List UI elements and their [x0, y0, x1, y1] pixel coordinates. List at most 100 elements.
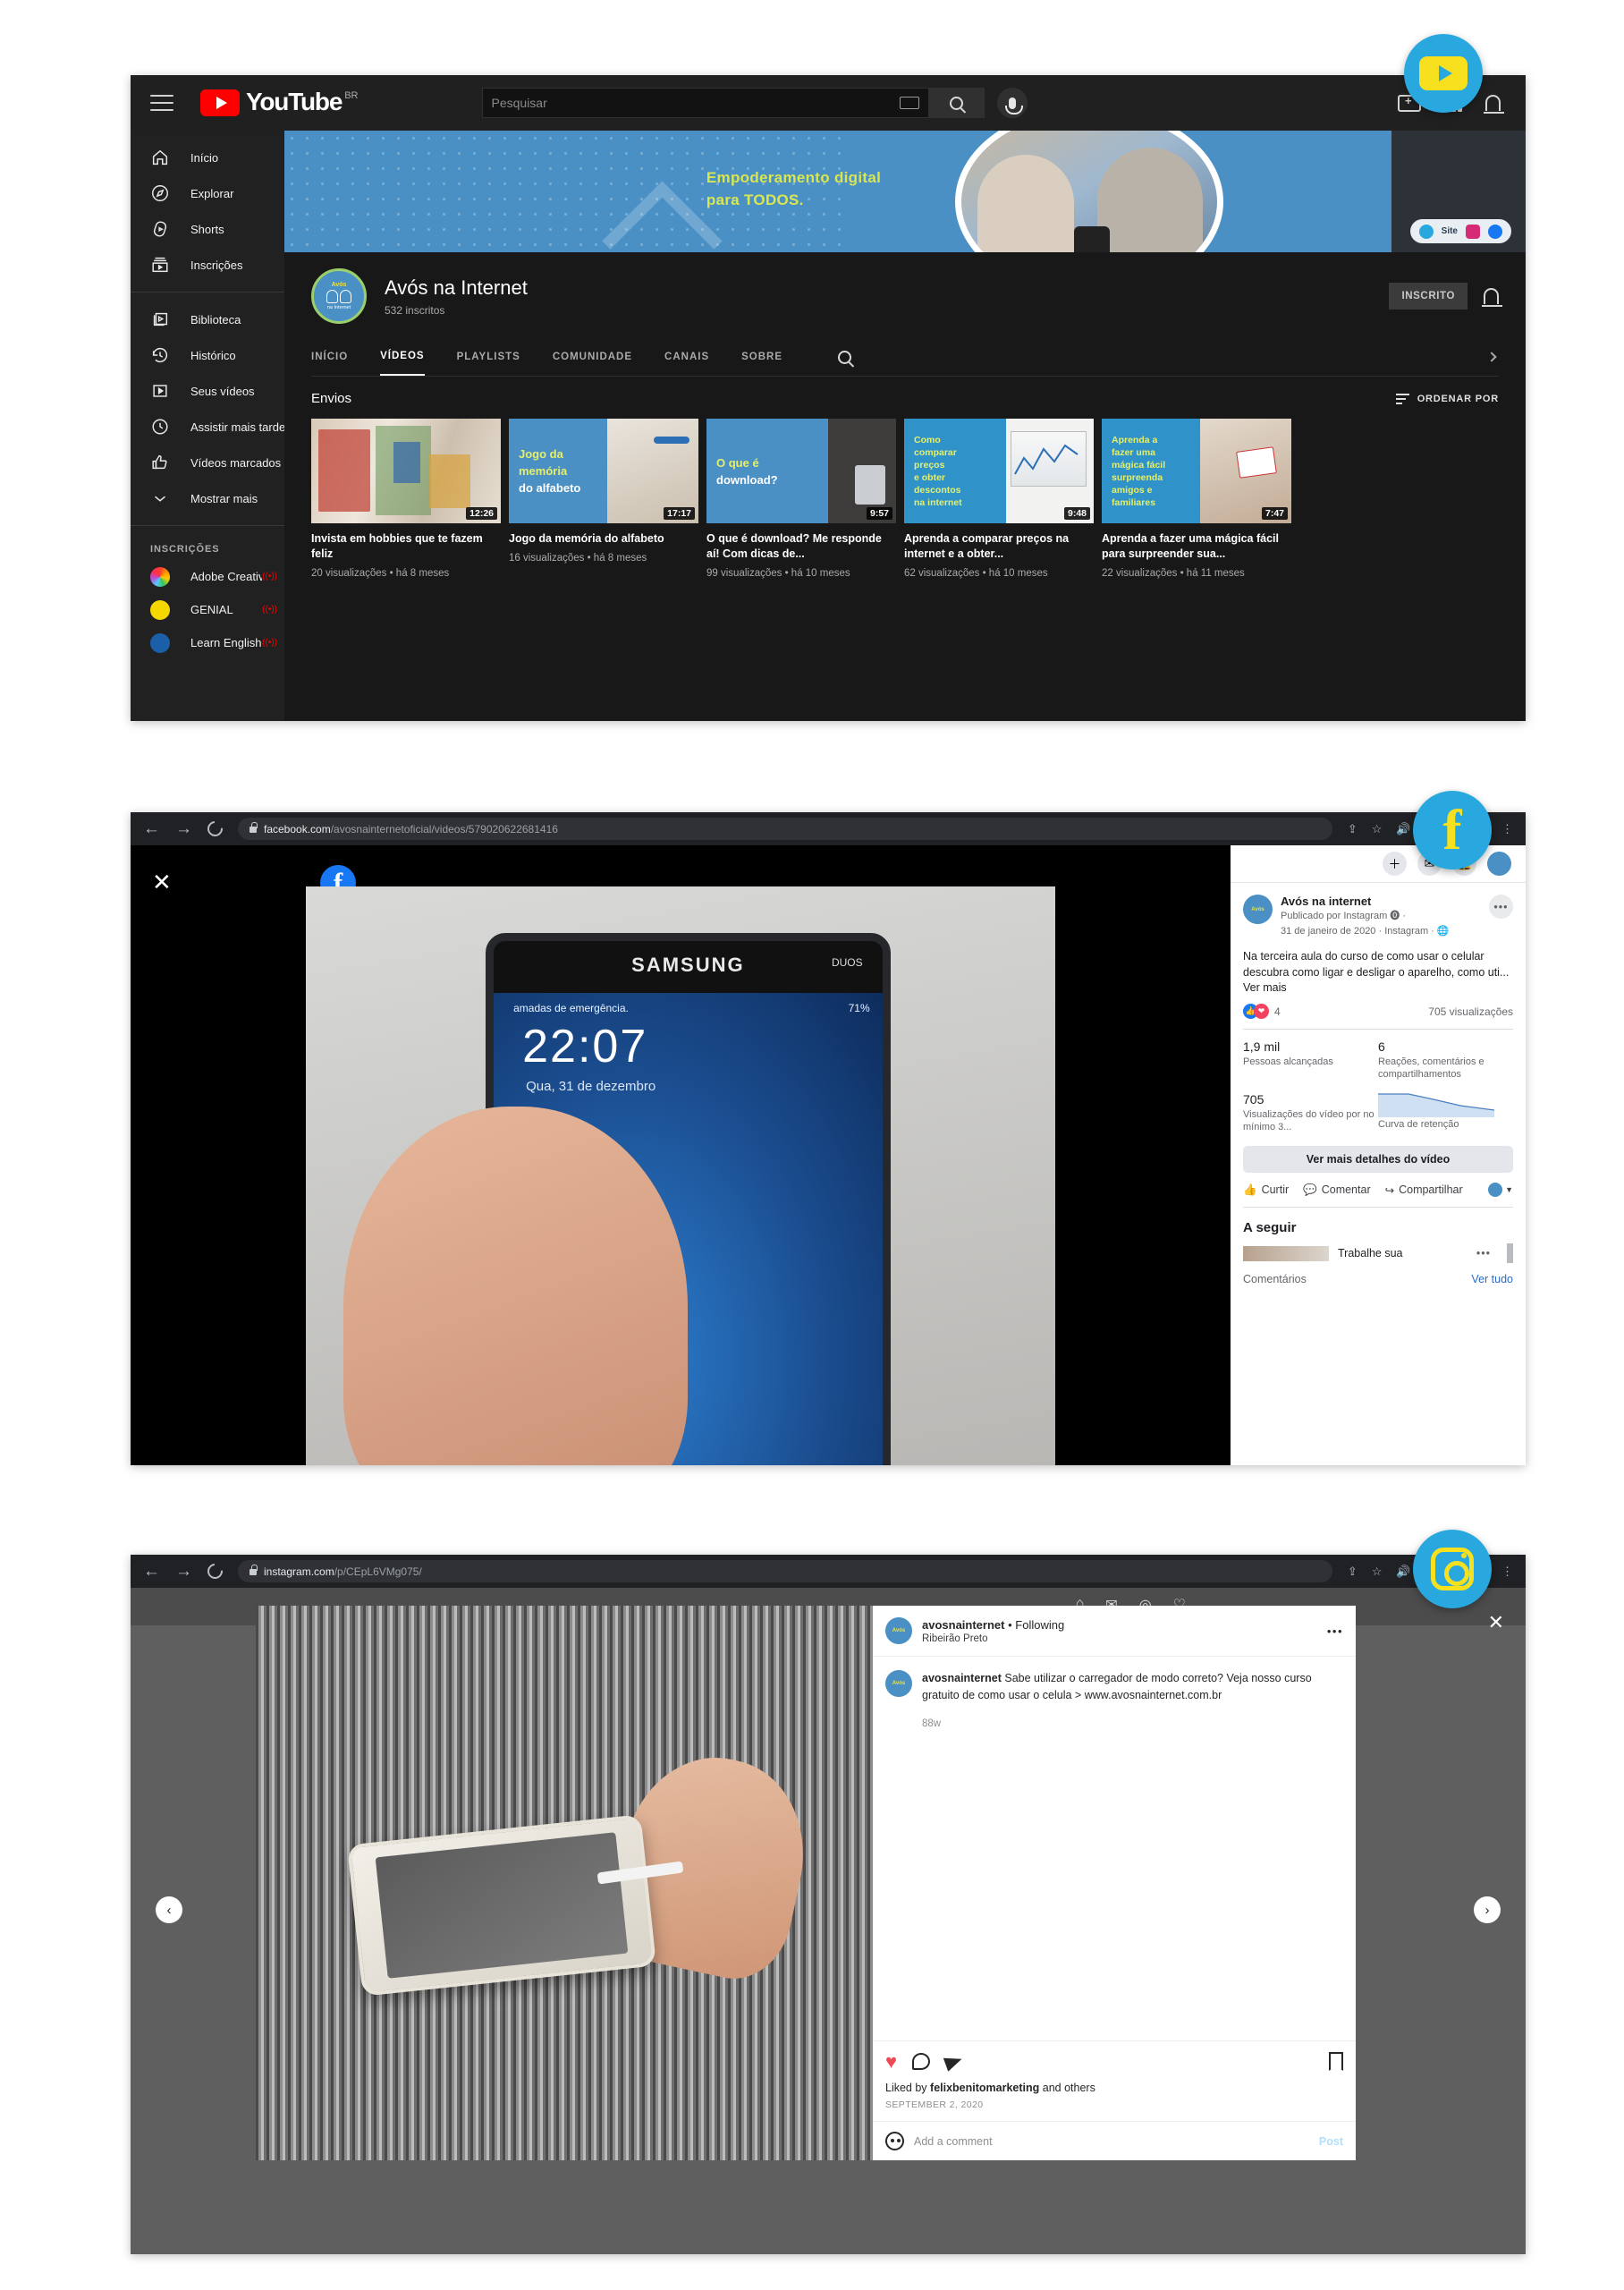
youtube-logo[interactable]: YouTube BR: [200, 89, 359, 116]
bookmark-star-icon[interactable]: ☆: [1372, 822, 1383, 836]
sidebar-item-assistir-mais-tarde[interactable]: Assistir mais tarde: [131, 409, 284, 445]
bookmark-star-icon[interactable]: ☆: [1372, 1565, 1383, 1579]
video-card[interactable]: 12:26 Invista em hobbies que te fazem fe…: [311, 419, 501, 579]
post-comment-button[interactable]: Post: [1319, 2135, 1343, 2148]
keyboard-icon[interactable]: [899, 97, 919, 109]
video-thumbnail[interactable]: O que é download? 9:57: [706, 419, 896, 523]
website-icon[interactable]: [1418, 224, 1434, 239]
see-more-link[interactable]: Ver mais: [1243, 981, 1513, 994]
subscription-genial[interactable]: GENIAL ((•)): [131, 593, 284, 626]
sidebar-item-seus-videos[interactable]: Seus vídeos: [131, 373, 284, 409]
video-title[interactable]: Invista em hobbies que te fazem feliz: [311, 531, 501, 562]
comment-icon[interactable]: [912, 2053, 931, 2070]
forward-button[interactable]: →: [175, 820, 192, 837]
post-username[interactable]: avosnainternet • Following: [922, 1618, 1064, 1632]
search-button[interactable]: [928, 88, 985, 118]
audio-icon[interactable]: 🔊: [1396, 1565, 1410, 1579]
following-status[interactable]: • Following: [1008, 1618, 1064, 1632]
close-icon[interactable]: ✕: [152, 869, 172, 896]
tab-inicio[interactable]: INÍCIO: [311, 339, 348, 375]
bookmark-icon[interactable]: [1329, 2052, 1343, 2071]
video-card[interactable]: Aprenda a fazer uma mágica fácil surpree…: [1102, 419, 1291, 579]
banner-social-links[interactable]: Site: [1409, 219, 1511, 243]
page-avatar[interactable]: Avós: [1243, 895, 1273, 924]
account-avatar[interactable]: [1487, 852, 1511, 876]
profile-avatar[interactable]: Avós: [885, 1617, 912, 1644]
channel-avatar[interactable]: Avós na Internet: [311, 268, 367, 324]
tab-comunidade[interactable]: COMUNIDADE: [553, 339, 632, 375]
facebook-icon[interactable]: [1488, 224, 1502, 239]
like-button[interactable]: 👍 Curtir: [1243, 1183, 1289, 1197]
reload-icon[interactable]: [204, 818, 226, 840]
share-button[interactable]: ↪ Compartilhar: [1385, 1183, 1463, 1197]
audio-icon[interactable]: 🔊: [1396, 822, 1410, 836]
video-title[interactable]: O que é download? Me responde aí! Com di…: [706, 531, 896, 562]
subscription-learn-english[interactable]: Learn English with ((•)): [131, 626, 284, 659]
video-card[interactable]: O que é download? 9:57 O que é download?…: [706, 419, 896, 579]
post-location[interactable]: Ribeirão Preto: [922, 1633, 1064, 1644]
tab-canais[interactable]: CANAIS: [664, 339, 709, 375]
tab-playlists[interactable]: PLAYLISTS: [457, 339, 520, 375]
sidebar-item-historico[interactable]: Histórico: [131, 337, 284, 373]
video-thumbnail[interactable]: 12:26: [311, 419, 501, 523]
video-card[interactable]: Como comparar preços e obter descontos n…: [904, 419, 1094, 579]
instagram-icon[interactable]: [1466, 224, 1480, 239]
video-details-button[interactable]: Ver mais detalhes do vídeo: [1243, 1146, 1513, 1173]
sidebar-item-videos-marcados[interactable]: Vídeos marcados co...: [131, 445, 284, 480]
menu-dots-icon[interactable]: ⋮: [1501, 822, 1513, 836]
menu-dots-icon[interactable]: ⋮: [1501, 1565, 1513, 1579]
back-button[interactable]: ←: [143, 1563, 160, 1580]
facebook-video-player[interactable]: ✕ f SAMSUNG DUOS amadas de emergência. 7…: [131, 845, 1231, 1465]
liked-by-suffix[interactable]: and others: [1039, 2082, 1095, 2094]
sort-by-button[interactable]: ORDENAR POR: [1395, 393, 1499, 404]
voice-search-button[interactable]: [996, 88, 1028, 118]
page-name[interactable]: Avós na internet: [1281, 895, 1450, 908]
reload-icon[interactable]: [204, 1560, 226, 1582]
sidebar-item-inscricoes[interactable]: Inscrições: [131, 247, 284, 283]
notifications-bell-icon[interactable]: [1484, 95, 1504, 114]
search-input[interactable]: Pesquisar: [481, 88, 929, 118]
back-button[interactable]: ←: [143, 820, 160, 837]
add-comment-input[interactable]: Add a comment: [914, 2135, 993, 2148]
forward-button[interactable]: →: [175, 1563, 192, 1580]
tabs-overflow-chevron-icon[interactable]: [1486, 352, 1497, 362]
up-next-item[interactable]: Trabalhe sua •••: [1243, 1243, 1513, 1263]
hamburger-menu-icon[interactable]: [150, 95, 173, 111]
post-more-menu-icon[interactable]: •••: [1489, 895, 1513, 919]
channel-notifications-bell-icon[interactable]: [1482, 288, 1502, 307]
sidebar-item-shorts[interactable]: Shorts: [131, 211, 284, 247]
next-post-button[interactable]: ›: [1474, 1896, 1501, 1923]
video-title[interactable]: Aprenda a comparar preços na internet e …: [904, 531, 1094, 562]
tab-videos[interactable]: VÍDEOS: [380, 338, 425, 376]
share-send-icon[interactable]: [943, 2051, 965, 2072]
video-thumbnail[interactable]: Aprenda a fazer uma mágica fácil surpree…: [1102, 419, 1291, 523]
video-thumbnail[interactable]: Como comparar preços e obter descontos n…: [904, 419, 1094, 523]
video-title[interactable]: Aprenda a fazer uma mágica fácil para su…: [1102, 531, 1291, 562]
comments-see-all-link[interactable]: Ver tudo: [1471, 1273, 1513, 1285]
sidebar-item-inicio[interactable]: Início: [131, 140, 284, 175]
create-plus-icon[interactable]: ＋: [1383, 852, 1407, 876]
scrollbar-thumb[interactable]: [1507, 1243, 1513, 1263]
like-heart-icon[interactable]: ♥: [885, 2051, 897, 2071]
sidebar-item-biblioteca[interactable]: Biblioteca: [131, 301, 284, 337]
channel-search-icon[interactable]: [838, 350, 852, 364]
audience-selector[interactable]: ▼: [1488, 1183, 1513, 1197]
video-card[interactable]: Jogo da memória do alfabeto 17:17 Jogo d…: [509, 419, 698, 579]
tab-sobre[interactable]: SOBRE: [741, 339, 782, 375]
address-bar[interactable]: facebook.com/avosnainternetoficial/video…: [238, 818, 1332, 840]
sidebar-item-mostrar-mais[interactable]: Mostrar mais: [131, 480, 284, 516]
share-icon[interactable]: ⇪: [1348, 822, 1358, 836]
emoji-icon[interactable]: [885, 2132, 904, 2150]
previous-post-button[interactable]: ‹: [156, 1896, 182, 1923]
subscribe-button[interactable]: INSCRITO: [1389, 283, 1468, 310]
caption-username[interactable]: avosnainternet: [922, 1672, 1002, 1684]
share-icon[interactable]: ⇪: [1348, 1565, 1358, 1579]
close-icon[interactable]: ✕: [1488, 1611, 1504, 1634]
video-title[interactable]: Jogo da memória do alfabeto: [509, 531, 698, 547]
address-bar[interactable]: instagram.com/p/CEpL6VMg075/: [238, 1560, 1332, 1582]
comment-button[interactable]: 💬 Comentar: [1303, 1183, 1370, 1197]
video-thumbnail[interactable]: Jogo da memória do alfabeto 17:17: [509, 419, 698, 523]
post-more-menu-icon[interactable]: •••: [1327, 1624, 1343, 1638]
subscription-adobe[interactable]: Adobe Creative Clo... ((•)): [131, 560, 284, 593]
liked-by-user[interactable]: felixbenitomarketing: [930, 2082, 1039, 2094]
